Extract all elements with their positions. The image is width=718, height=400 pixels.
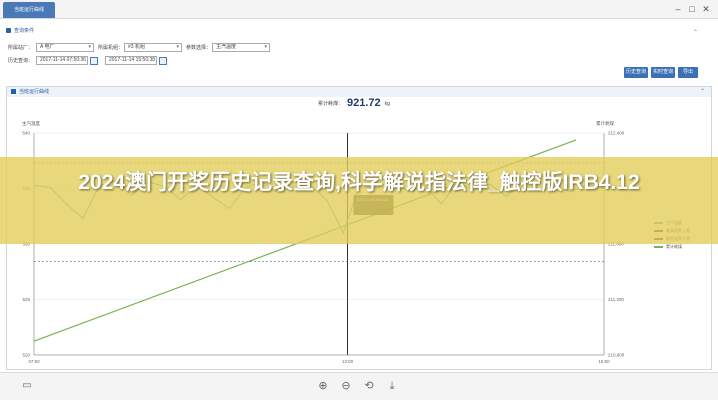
reset-icon[interactable]: ⟲ xyxy=(362,379,376,393)
zoom-out-icon[interactable]: ⊖ xyxy=(339,379,353,393)
y-axis-title-left: 主汽温度 xyxy=(22,120,40,127)
download-icon[interactable]: ⤓ xyxy=(385,379,399,393)
x-tick: 15:50 xyxy=(598,359,610,364)
y-axis-title-right: 累计耗煤 xyxy=(596,120,614,127)
legend-label: 累计耗煤 xyxy=(666,244,682,249)
y-tick-right: 210,800 xyxy=(608,353,625,358)
headline-text: 2024澳门开奖历史记录查询,科学解说指法律_触控版IRB4.12 xyxy=(78,171,640,194)
x-tick: 13:00 xyxy=(342,359,354,364)
y-tick-left: 540 xyxy=(22,131,30,136)
bottom-toolbar: ▭ ⊕ ⊖ ⟲ ⤓ xyxy=(0,372,718,400)
y-tick-right: 212,400 xyxy=(608,131,625,136)
x-tick: 07:50 xyxy=(28,359,40,364)
monitor-icon[interactable]: ▭ xyxy=(20,379,34,393)
legend-item[interactable]: 累计耗煤 xyxy=(654,243,714,251)
zoom-in-icon[interactable]: ⊕ xyxy=(316,379,330,393)
y-tick-left: 525 xyxy=(22,297,30,302)
legend-swatch xyxy=(654,246,663,248)
headline-banner: 2024澳门开奖历史记录查询,科学解说指法律_触控版IRB4.12 xyxy=(0,157,718,244)
y-tick-left: 520 xyxy=(22,353,30,358)
y-tick-right: 211,200 xyxy=(608,297,624,302)
